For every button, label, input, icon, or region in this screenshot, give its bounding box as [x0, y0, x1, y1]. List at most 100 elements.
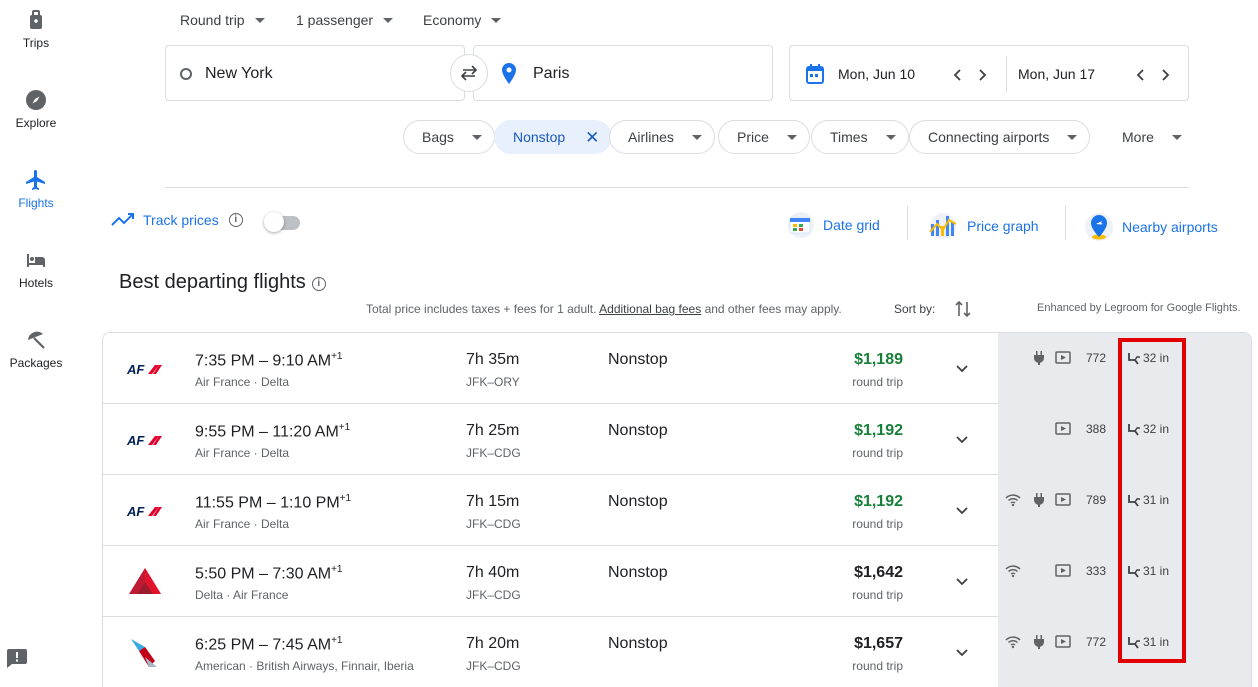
co2-emissions: 333 [1086, 564, 1107, 578]
note-text: Total price includes taxes + fees for 1 … [366, 302, 597, 316]
flight-price: $1,642 [854, 564, 903, 581]
caret-down-icon [691, 134, 702, 140]
flight-row[interactable]: 789 31 in AF 11:55 PM – 1:10 PM+1 Air France… [103, 475, 1251, 546]
filter-more[interactable]: More [1103, 120, 1195, 154]
american-airlines-logo [131, 639, 157, 667]
rail-item-flights[interactable]: Flights [0, 168, 72, 210]
filter-connecting-airports[interactable]: Connecting airports [909, 120, 1091, 154]
chip-label: Nonstop [513, 129, 566, 145]
chevron-down-icon[interactable] [955, 432, 969, 446]
co2-emissions: 772 [1086, 351, 1107, 365]
rail-label: Trips [22, 36, 50, 50]
flight-times-text: 9:55 PM – 11:20 AM [195, 423, 339, 441]
passengers-select[interactable]: 1 passenger [296, 12, 394, 28]
bag-fees-link[interactable]: Additional bag fees [599, 302, 701, 316]
feedback-icon[interactable] [6, 649, 28, 669]
cabin-label: Economy [423, 12, 482, 28]
power-outlet-icon [1034, 351, 1044, 365]
airline-names: American · British Airways, Finnair, Ibe… [195, 659, 414, 673]
rail-item-hotels[interactable]: Hotels [0, 248, 72, 290]
flight-times: 6:25 PM – 7:45 AM+1 [195, 635, 342, 654]
airline-names: Delta · Air France [195, 588, 289, 602]
sort-icon[interactable] [955, 300, 971, 318]
rail-item-explore[interactable]: Explore [0, 88, 72, 130]
flight-row[interactable]: 388 32 in AF 9:55 PM – 11:20 AM+1 Air France… [103, 404, 1251, 475]
chevron-down-icon[interactable] [955, 361, 969, 375]
flight-stops: Nonstop [608, 422, 668, 439]
flight-row[interactable]: 772 31 in 6:25 PM – 7:45 AM+1 American · Br… [103, 617, 1251, 687]
swap-button[interactable] [450, 54, 488, 92]
co2-emissions: 388 [1086, 422, 1107, 436]
calendar-icon [806, 64, 824, 84]
svg-text:AF: AF [127, 504, 145, 519]
date-grid-button[interactable]: Date grid [787, 212, 880, 238]
flight-row[interactable]: 333 31 in 5:50 PM – 7:30 AM+1 Delta · Air F… [103, 546, 1251, 617]
airline-names: Air France · Delta [195, 517, 290, 531]
chip-label: Airlines [628, 129, 674, 145]
depart-prev-icon[interactable] [951, 68, 965, 82]
origin-field[interactable]: New York [165, 45, 465, 101]
flight-route: JFK–CDG [466, 588, 521, 602]
filter-price[interactable]: Price [718, 120, 810, 154]
enhanced-note: Enhanced by Legroom for Google Flights. [1037, 302, 1241, 314]
rail-item-trips[interactable]: Trips [0, 8, 72, 50]
video-screen-icon [1055, 564, 1071, 577]
flight-times: 5:50 PM – 7:30 AM+1 [195, 564, 342, 583]
svg-text:AF: AF [127, 362, 145, 377]
info-icon[interactable]: i [311, 277, 326, 291]
video-screen-icon [1055, 422, 1071, 435]
rail-item-packages[interactable]: Packages [0, 328, 72, 370]
rail-label: Flights [18, 196, 54, 210]
close-icon[interactable]: ✕ [585, 129, 599, 146]
video-screen-icon [1055, 635, 1071, 648]
chevron-down-icon[interactable] [955, 574, 969, 588]
cabin-select[interactable]: Economy [423, 12, 502, 28]
track-prices[interactable]: Track prices i [111, 212, 243, 228]
chip-label: Times [830, 129, 868, 145]
trip-type-select[interactable]: Round trip [180, 12, 265, 28]
filter-times[interactable]: Times [811, 120, 909, 154]
chevron-down-icon[interactable] [955, 503, 969, 517]
origin-circle-icon [180, 68, 192, 80]
air-france-logo: AF [127, 362, 162, 377]
legroom-highlight-box [1118, 338, 1186, 663]
price-graph-label: Price graph [967, 218, 1039, 234]
depart-next-icon[interactable] [975, 68, 989, 82]
dates-field[interactable]: Mon, Jun 10 Mon, Jun 17 [789, 45, 1189, 101]
sort-by-label: Sort by: [894, 302, 936, 316]
return-next-icon[interactable] [1158, 68, 1172, 82]
date-grid-label: Date grid [823, 217, 880, 233]
flight-duration: 7h 40m [466, 564, 520, 581]
air-france-logo: AF [127, 433, 162, 448]
flight-route: JFK–ORY [466, 375, 520, 389]
video-screen-icon [1055, 351, 1071, 364]
info-icon[interactable]: i [228, 213, 243, 227]
price-type: round trip [852, 517, 903, 531]
price-graph-button[interactable]: Price graph [927, 212, 1039, 240]
chevron-down-icon[interactable] [955, 645, 969, 659]
filter-bags[interactable]: Bags [403, 120, 495, 154]
caret-down-icon [786, 134, 797, 140]
depart-date: Mon, Jun 10 [838, 66, 916, 82]
track-prices-toggle[interactable] [264, 212, 300, 232]
caret-down-icon [254, 17, 265, 23]
price-type: round trip [852, 588, 903, 602]
flight-times-text: 11:55 PM – 1:10 PM [195, 494, 340, 512]
luggage-icon [30, 10, 42, 29]
date-divider [1006, 56, 1007, 92]
flight-route: JFK–CDG [466, 517, 521, 531]
return-prev-icon[interactable] [1134, 68, 1148, 82]
sort-by[interactable]: Sort by: [894, 302, 935, 316]
note-text-2: and other fees may apply. [704, 302, 842, 316]
destination-field[interactable]: Paris [473, 45, 773, 101]
rail-label: Explore [15, 116, 57, 130]
flight-route: JFK–CDG [466, 446, 521, 460]
compass-icon [26, 90, 46, 110]
flight-price: $1,657 [854, 635, 903, 652]
nearby-airports-button[interactable]: Nearby airports [1084, 212, 1218, 242]
flight-row[interactable]: 772 32 in AF 7:35 PM – 9:10 AM+1 Air France … [103, 333, 1251, 404]
filter-nonstop[interactable]: Nonstop ✕ [494, 120, 613, 154]
filter-airlines[interactable]: Airlines [609, 120, 715, 154]
flight-times: 7:35 PM – 9:10 AM+1 [195, 351, 342, 370]
airplane-icon [26, 170, 45, 190]
